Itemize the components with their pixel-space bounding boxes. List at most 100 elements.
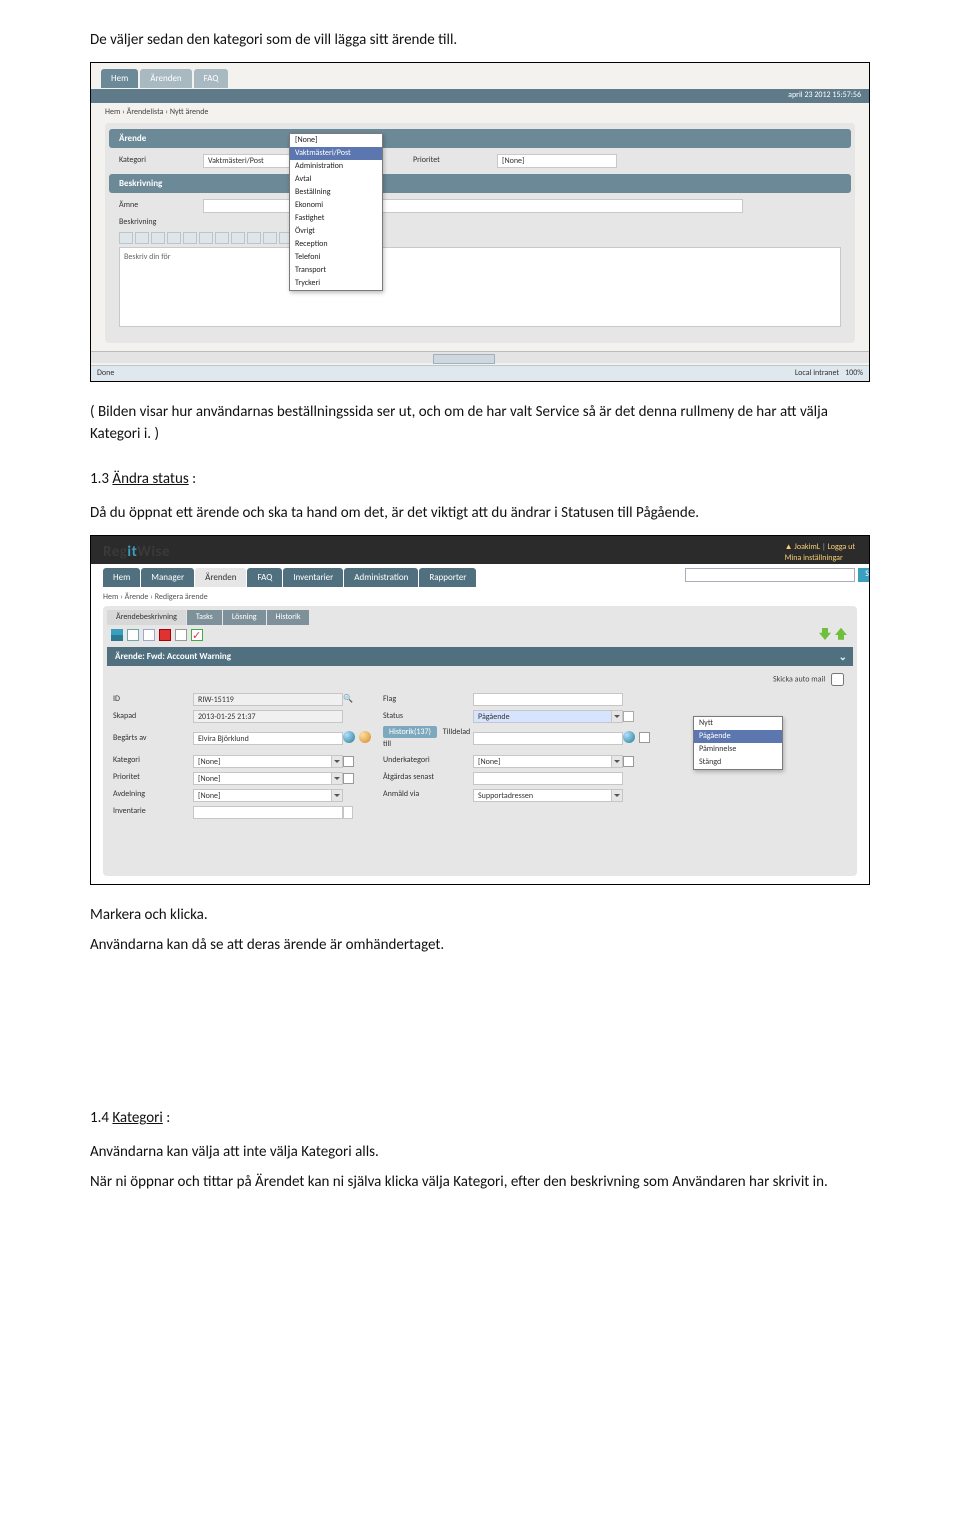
heading-colon: : (163, 1109, 170, 1127)
option-vaktmasteri[interactable]: Vaktmästeri/Post (290, 147, 382, 160)
copy-icon[interactable] (175, 629, 187, 641)
option-tryckeri[interactable]: Tryckeri (290, 277, 382, 290)
edit-icon[interactable] (343, 773, 354, 784)
toolbar-btn[interactable] (151, 232, 165, 244)
tab-inventarier[interactable]: Inventarier (283, 568, 343, 587)
toolbar-btn[interactable] (247, 232, 261, 244)
dropdown-arrow-icon[interactable] (332, 772, 343, 785)
search-icon[interactable]: 🔍 (343, 694, 383, 706)
field-id: RIW-15119 (193, 693, 343, 706)
subtab-description[interactable]: Ärendebeskrivning (107, 610, 186, 626)
tab-hem[interactable]: Hem (103, 568, 140, 587)
label-prioritet: Prioritet (113, 772, 193, 784)
option-stangd[interactable]: Stängd (694, 756, 782, 769)
flag-icon[interactable] (111, 629, 123, 641)
arrow-up-icon[interactable] (835, 628, 847, 640)
field-avdelning[interactable]: [None] (193, 789, 332, 802)
label-begarts: Begärts av (113, 733, 193, 745)
subtab-losning[interactable]: Lösning (223, 610, 266, 626)
toolbar-btn[interactable] (215, 232, 229, 244)
option-nytt[interactable]: Nytt (694, 717, 782, 730)
ticket-title-bar: Ärende: Fwd: Account Warning ⌄ (107, 647, 853, 666)
field-begarts[interactable]: Elvira Björklund (193, 732, 343, 745)
automail-checkbox[interactable] (831, 673, 844, 686)
field-atgardas[interactable] (473, 772, 623, 785)
save-close-icon[interactable] (143, 629, 155, 641)
subtab-historik[interactable]: Historik (267, 610, 310, 626)
toolbar-btn[interactable] (199, 232, 213, 244)
search-input[interactable]: Sök (685, 568, 855, 582)
paragraph: De väljer sedan den kategori som de vill… (90, 30, 870, 52)
dropdown-arrow-icon[interactable] (612, 710, 623, 723)
tab-hem[interactable]: Hem (101, 69, 138, 88)
option-administration[interactable]: Administration (290, 160, 382, 173)
option-telefoni[interactable]: Telefoni (290, 251, 382, 264)
field-prioritet[interactable]: [None] (497, 154, 617, 168)
option-paminnelse[interactable]: Påminnelse (694, 743, 782, 756)
edit-icon[interactable] (343, 756, 354, 767)
tab-rapporter[interactable]: Rapporter (419, 568, 476, 587)
search-button[interactable]: Sök (858, 568, 870, 582)
dropdown-arrow-icon[interactable] (612, 789, 623, 802)
assign-list-icon[interactable] (639, 732, 650, 743)
username-link[interactable]: JoakimL (794, 542, 820, 552)
kategori-dropdown: [None] Vaktmästeri/Post Administration A… (289, 133, 383, 291)
screenshot-order-page: Hem Ärenden FAQ april 23 2012 15:57:56 H… (90, 62, 870, 382)
tab-faq[interactable]: FAQ (247, 568, 282, 587)
logout-link[interactable]: Logga ut (827, 542, 855, 552)
toolbar-btn[interactable] (135, 232, 149, 244)
field-anmald[interactable]: Supportadressen (473, 789, 612, 802)
heading-colon: : (189, 470, 196, 488)
field-inventarie[interactable] (193, 806, 343, 819)
option-pagaende[interactable]: Pågående (694, 730, 782, 743)
edit-icon[interactable] (623, 756, 634, 767)
toolbar-btn[interactable] (167, 232, 181, 244)
dropdown-arrow-icon[interactable] (612, 755, 623, 768)
toolbar-btn[interactable] (183, 232, 197, 244)
subtab-tasks[interactable]: Tasks (187, 610, 222, 626)
option-ekonomi[interactable]: Ekonomi (290, 199, 382, 212)
heading-label: Kategori (112, 1109, 162, 1127)
option-fastighet[interactable]: Fastighet (290, 212, 382, 225)
tab-manager[interactable]: Manager (141, 568, 194, 587)
breadcrumb: Hem › Ärendelista › Nytt ärende (105, 107, 208, 119)
toolbar-btn[interactable] (119, 232, 133, 244)
option-avtal[interactable]: Avtal (290, 173, 382, 186)
save-icon[interactable] (127, 629, 139, 641)
toolbar-btn[interactable] (231, 232, 245, 244)
approve-icon[interactable] (191, 629, 203, 641)
status-action-icon[interactable] (623, 711, 634, 722)
collapse-icon[interactable]: ⌄ (839, 650, 847, 665)
field-flag[interactable] (473, 693, 623, 706)
field-status[interactable]: Pågående (473, 710, 612, 723)
tab-arenden[interactable]: Ärenden (195, 568, 246, 587)
field-kategori[interactable]: [None] (193, 755, 332, 768)
option-transport[interactable]: Transport (290, 264, 382, 277)
dropdown-arrow-icon[interactable] (332, 755, 343, 768)
arrow-down-icon[interactable] (819, 628, 831, 640)
heading-1-4: 1.4 Kategori : (90, 1108, 870, 1130)
tab-arenden[interactable]: Ärenden (140, 69, 191, 88)
user-icon[interactable] (343, 731, 355, 743)
option-none[interactable]: [None] (290, 134, 382, 147)
settings-link[interactable]: Mina inställningar (785, 553, 843, 563)
field-prioritet[interactable]: [None] (193, 772, 332, 785)
inventarie-button[interactable] (343, 806, 353, 819)
delete-icon[interactable] (159, 629, 171, 641)
dropdown-arrow-icon[interactable] (332, 789, 343, 802)
tab-faq[interactable]: FAQ (194, 69, 229, 88)
editor-textarea[interactable]: Beskriv din för (119, 247, 841, 327)
option-ovrigt[interactable]: Övrigt (290, 225, 382, 238)
automail-row: Skicka auto mail (103, 668, 857, 691)
field-underkategori[interactable]: [None] (473, 755, 612, 768)
tab-administration[interactable]: Administration (344, 568, 418, 587)
option-reception[interactable]: Reception (290, 238, 382, 251)
horizontal-scrollbar[interactable] (91, 351, 869, 363)
field-tilldelad[interactable] (473, 732, 623, 745)
field-amne[interactable] (203, 199, 743, 213)
assign-icon[interactable] (623, 731, 635, 743)
option-bestallning[interactable]: Beställning (290, 186, 382, 199)
user-add-icon[interactable] (359, 731, 371, 743)
historik-button[interactable]: Historik(137) (383, 726, 437, 738)
toolbar-btn[interactable] (263, 232, 277, 244)
